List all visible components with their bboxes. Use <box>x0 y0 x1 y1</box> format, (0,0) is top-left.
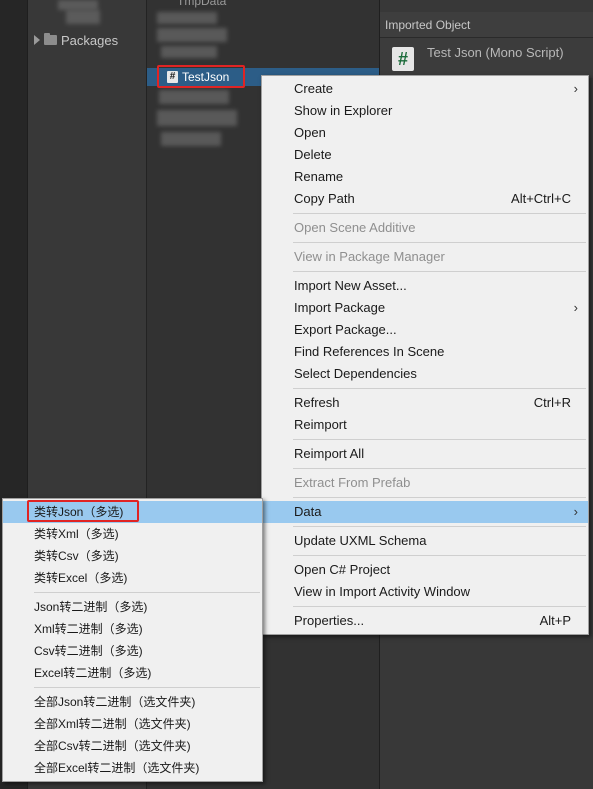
menu-item-export-package[interactable]: Export Package... <box>262 319 588 341</box>
submenu-item-class-to-excel[interactable]: 类转Excel（多选) <box>3 567 262 589</box>
submenu-item-excel-to-binary[interactable]: Excel转二进制（多选) <box>3 662 262 684</box>
menu-separator <box>34 687 260 688</box>
folder-icon <box>44 33 57 45</box>
submenu-item-all-csv-to-binary[interactable]: 全部Csv转二进制（选文件夹) <box>3 735 262 757</box>
chevron-right-icon: › <box>573 504 578 519</box>
blurred-item <box>161 46 217 58</box>
menu-item-view-import-activity[interactable]: View in Import Activity Window <box>262 581 588 603</box>
menu-separator <box>293 271 586 272</box>
menu-item-refresh[interactable]: Refresh Ctrl+R <box>262 392 588 414</box>
chevron-right-icon: › <box>573 300 578 315</box>
blurred-item <box>157 12 217 24</box>
shortcut-label: Alt+Ctrl+C <box>511 191 571 206</box>
shortcut-label: Ctrl+R <box>533 395 571 410</box>
menu-item-open-scene-additive: Open Scene Additive <box>294 220 416 235</box>
submenu-item-xml-to-binary[interactable]: Xml转二进制（多选) <box>3 618 262 640</box>
inspector-header: Imported Object <box>380 12 593 38</box>
menu-item-extract-from-prefab: Extract From Prefab <box>294 475 411 490</box>
blurred-item <box>159 90 229 104</box>
menu-item-data[interactable]: Data › <box>262 501 588 523</box>
menu-item-import-new-asset[interactable]: Import New Asset... <box>262 275 588 297</box>
submenu-item-class-to-csv[interactable]: 类转Csv（多选) <box>3 545 262 567</box>
expand-arrow-icon[interactable] <box>34 35 40 45</box>
menu-item-properties[interactable]: Properties... Alt+P <box>262 610 588 632</box>
tree-item-label: Packages <box>61 32 119 48</box>
menu-item-delete[interactable]: Delete <box>262 144 588 166</box>
script-icon: # <box>392 47 414 71</box>
submenu-item-json-to-binary[interactable]: Json转二进制（多选) <box>3 596 262 618</box>
submenu-item-all-xml-to-binary[interactable]: 全部Xml转二进制（选文件夹) <box>3 713 262 735</box>
asset-label: TmpData <box>177 0 227 8</box>
annotation-highlight-box <box>157 65 245 88</box>
tree-item-packages[interactable]: Packages <box>34 32 118 48</box>
menu-separator <box>34 592 260 593</box>
chevron-right-icon: › <box>573 81 578 96</box>
blurred-item <box>161 132 221 146</box>
menu-separator <box>293 213 586 214</box>
menu-item-reimport[interactable]: Reimport <box>262 414 588 436</box>
blurred-item <box>58 0 98 10</box>
menu-separator <box>293 242 586 243</box>
menu-item-import-package[interactable]: Import Package › <box>262 297 588 319</box>
menu-item-update-uxml-schema[interactable]: Update UXML Schema <box>262 530 588 552</box>
submenu-item-class-to-xml[interactable]: 类转Xml（多选) <box>3 523 262 545</box>
menu-item-show-in-explorer[interactable]: Show in Explorer <box>262 100 588 122</box>
menu-item-open[interactable]: Open <box>262 122 588 144</box>
menu-separator <box>293 526 586 527</box>
menu-item-select-dependencies[interactable]: Select Dependencies <box>262 363 588 385</box>
data-submenu: 类转Json（多选) 类转Xml（多选) 类转Csv（多选) 类转Excel（多… <box>2 498 263 782</box>
blurred-item <box>157 110 237 126</box>
menu-separator <box>293 606 586 607</box>
menu-item-create[interactable]: Create › <box>262 78 588 100</box>
menu-item-reimport-all[interactable]: Reimport All <box>262 443 588 465</box>
menu-separator <box>293 468 586 469</box>
inspector-object-title: Test Json (Mono Script) <box>427 45 564 60</box>
blurred-item <box>66 10 100 24</box>
blurred-item <box>157 28 227 42</box>
menu-item-view-in-package-manager: View in Package Manager <box>294 249 445 264</box>
shortcut-label: Alt+P <box>539 613 571 628</box>
submenu-item-csv-to-binary[interactable]: Csv转二进制（多选) <box>3 640 262 662</box>
menu-item-find-references[interactable]: Find References In Scene <box>262 341 588 363</box>
menu-separator <box>293 439 586 440</box>
submenu-item-all-excel-to-binary[interactable]: 全部Excel转二进制（选文件夹) <box>3 757 262 779</box>
asset-item[interactable]: TmpData <box>177 0 409 10</box>
submenu-item-all-json-to-binary[interactable]: 全部Json转二进制（选文件夹) <box>3 691 262 713</box>
context-menu: Create › Show in Explorer Open Delete Ren… <box>261 75 589 635</box>
annotation-highlight-box <box>27 500 139 522</box>
menu-separator <box>293 555 586 556</box>
menu-item-copy-path[interactable]: Copy Path Alt+Ctrl+C <box>262 188 588 210</box>
menu-separator <box>293 388 586 389</box>
menu-separator <box>293 497 586 498</box>
inspector-object-header: # Test Json (Mono Script) <box>380 38 593 78</box>
menu-item-open-csharp-project[interactable]: Open C# Project <box>262 559 588 581</box>
menu-item-rename[interactable]: Rename <box>262 166 588 188</box>
